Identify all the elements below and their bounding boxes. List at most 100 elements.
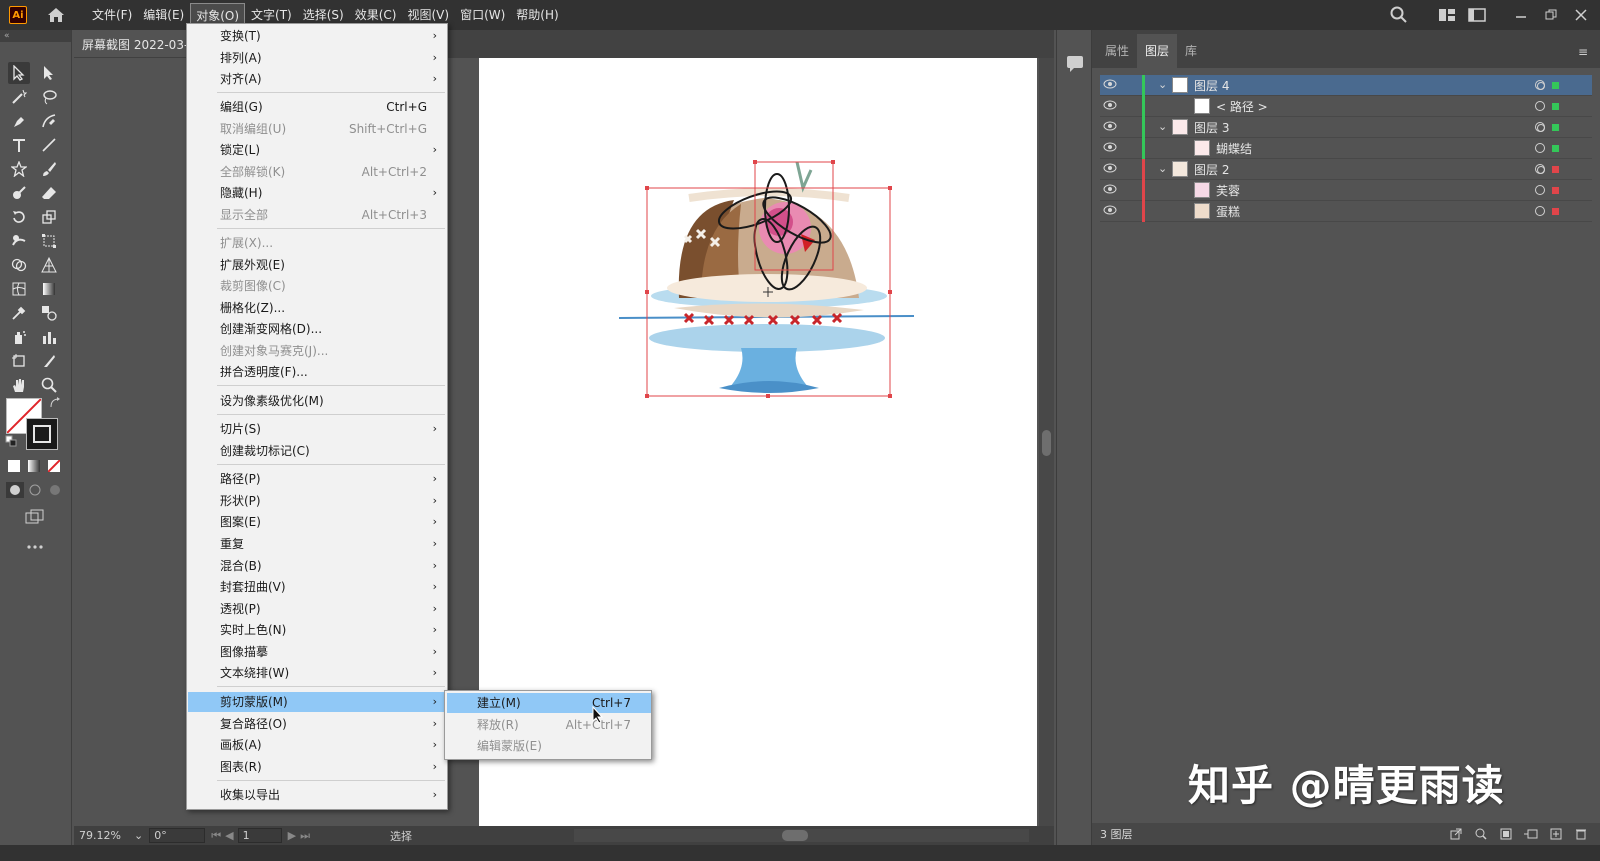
last-artboard-icon[interactable]: ⏭ (300, 829, 310, 843)
shaper-tool-icon[interactable] (8, 182, 30, 204)
visibility-eye-icon[interactable] (1103, 162, 1117, 176)
draw-normal-icon[interactable] (6, 482, 24, 498)
mesh-tool-icon[interactable] (8, 278, 30, 300)
menu-item-blend[interactable]: 混合(B) › (188, 556, 447, 576)
zoom-level[interactable]: 79.12% (74, 829, 134, 842)
tab-properties[interactable]: 属性 (1097, 34, 1137, 68)
rotation-field[interactable]: 0° (149, 828, 206, 843)
menu-item-collect-for-export[interactable]: 收集以导出 › (188, 785, 447, 805)
gradient-tool-icon[interactable] (38, 278, 60, 300)
target-icon[interactable] (1535, 164, 1545, 174)
comments-icon[interactable] (1065, 54, 1085, 74)
target-icon[interactable] (1535, 143, 1545, 153)
export-icon[interactable] (1447, 826, 1465, 842)
submenu-item-make[interactable]: 建立(M) Ctrl+7 (447, 693, 651, 713)
blend-tool-icon[interactable] (38, 302, 60, 324)
rotate-tool-icon[interactable] (8, 206, 30, 228)
layer-name[interactable]: < 路径 > (1216, 98, 1268, 115)
vertical-scrollbar[interactable] (1039, 58, 1054, 826)
menu-item-clipping-mask[interactable]: 剪切蒙版(M) › (188, 692, 447, 712)
locate-object-icon[interactable] (1472, 826, 1490, 842)
visibility-eye-icon[interactable] (1103, 183, 1117, 197)
artboard-tool-icon[interactable] (8, 350, 30, 372)
sublayer-row-path[interactable]: < 路径 > (1100, 96, 1592, 117)
menu-item-create-gradient-mesh[interactable]: 创建渐变网格(D)... (188, 319, 447, 339)
visibility-eye-icon[interactable] (1103, 204, 1117, 218)
line-tool-icon[interactable] (38, 134, 60, 156)
curvature-tool-icon[interactable] (38, 110, 60, 132)
screen-mode-icon[interactable] (24, 506, 46, 528)
sublayer-row-cake[interactable]: 蛋糕 (1100, 201, 1592, 222)
visibility-eye-icon[interactable] (1103, 99, 1117, 113)
target-icon[interactable] (1535, 122, 1545, 132)
menu-item-flatten-transparency[interactable]: 拼合透明度(F)... (188, 362, 447, 382)
prev-artboard-icon[interactable]: ◀ (225, 829, 233, 842)
menu-item-rasterize[interactable]: 栅格化(Z)... (188, 298, 447, 318)
scale-tool-icon[interactable] (38, 206, 60, 228)
sublayer-row-hibiscus[interactable]: 芙蓉 (1100, 180, 1592, 201)
menu-item-envelope-distort[interactable]: 封套扭曲(V) › (188, 577, 447, 597)
expand-chevron-icon[interactable]: ⌄ (1158, 78, 1167, 91)
layer-name[interactable]: 蝴蝶结 (1216, 140, 1252, 157)
menu-item-shape[interactable]: 形状(P) › (188, 491, 447, 511)
first-artboard-icon[interactable]: ⏮ (211, 829, 221, 843)
layer-name[interactable]: 图层 4 (1194, 77, 1229, 94)
shape-builder-tool-icon[interactable] (8, 254, 30, 276)
perspective-grid-tool-icon[interactable] (38, 254, 60, 276)
next-artboard-icon[interactable]: ▶ (288, 829, 296, 842)
restore-icon[interactable] (1538, 5, 1564, 25)
document-tab[interactable]: 屏幕截图 2022-03- (74, 30, 190, 58)
minimize-icon[interactable] (1508, 5, 1534, 25)
menu-item-transform[interactable]: 变换(T) › (188, 26, 447, 46)
direct-selection-tool-icon[interactable] (38, 62, 60, 84)
swap-fill-stroke-icon[interactable] (48, 396, 62, 410)
draw-inside-icon[interactable] (46, 482, 64, 498)
menu-item-create-trim-marks[interactable]: 创建裁切标记(C) (188, 441, 447, 461)
layer-row-3[interactable]: ⌄ 图层 3 (1100, 117, 1592, 138)
menu-help[interactable]: 帮助(H) (511, 3, 563, 28)
menu-item-perspective[interactable]: 透视(P) › (188, 599, 447, 619)
menu-window[interactable]: 窗口(W) (455, 3, 510, 28)
layer-name[interactable]: 图层 2 (1194, 161, 1229, 178)
zoom-dropdown-icon[interactable]: ⌄ (134, 829, 143, 842)
menu-file[interactable]: 文件(F) (87, 3, 137, 28)
selection-indicator[interactable] (1552, 208, 1559, 215)
star-tool-icon[interactable] (8, 158, 30, 180)
selection-indicator[interactable] (1552, 103, 1559, 110)
selection-indicator[interactable] (1552, 124, 1559, 131)
close-icon[interactable] (1568, 5, 1594, 25)
home-icon[interactable] (45, 4, 67, 26)
menu-item-arrange[interactable]: 排列(A) › (188, 48, 447, 68)
slice-tool-icon[interactable] (38, 350, 60, 372)
selection-indicator[interactable] (1552, 166, 1559, 173)
arrange-documents-icon[interactable] (1434, 5, 1460, 25)
new-layer-icon[interactable] (1547, 826, 1565, 842)
layer-name[interactable]: 图层 3 (1194, 119, 1229, 136)
search-icon[interactable] (1386, 5, 1412, 25)
menu-edit[interactable]: 编辑(E) (138, 3, 189, 28)
menu-item-lock[interactable]: 锁定(L) › (188, 140, 447, 160)
workspace-switcher-icon[interactable] (1464, 5, 1490, 25)
new-sublayer-icon[interactable] (1522, 826, 1540, 842)
layer-name[interactable]: 蛋糕 (1216, 203, 1240, 220)
menu-item-pixel-perfect[interactable]: 设为像素级优化(M) (188, 391, 447, 411)
target-icon[interactable] (1535, 206, 1545, 216)
selection-indicator[interactable] (1552, 187, 1559, 194)
none-mode-icon[interactable] (46, 458, 62, 474)
menu-item-graph[interactable]: 图表(R) › (188, 757, 447, 777)
color-mode-icon[interactable] (6, 458, 22, 474)
draw-behind-icon[interactable] (26, 482, 44, 498)
expand-chevron-icon[interactable]: ⌄ (1158, 120, 1167, 133)
menu-item-compound-path[interactable]: 复合路径(O) › (188, 714, 447, 734)
magic-wand-tool-icon[interactable] (8, 86, 30, 108)
layer-name[interactable]: 芙蓉 (1216, 182, 1240, 199)
horizontal-scroll-thumb[interactable] (782, 830, 808, 841)
artboard-number-field[interactable]: 1 (237, 828, 282, 843)
eyedropper-tool-icon[interactable] (8, 302, 30, 324)
horizontal-scrollbar[interactable] (574, 829, 1029, 842)
selection-tool-icon[interactable] (8, 62, 30, 84)
sublayer-row-bow[interactable]: 蝴蝶结 (1100, 138, 1592, 159)
lasso-tool-icon[interactable] (38, 86, 60, 108)
gradient-mode-icon[interactable] (26, 458, 42, 474)
symbol-sprayer-tool-icon[interactable] (8, 326, 30, 348)
